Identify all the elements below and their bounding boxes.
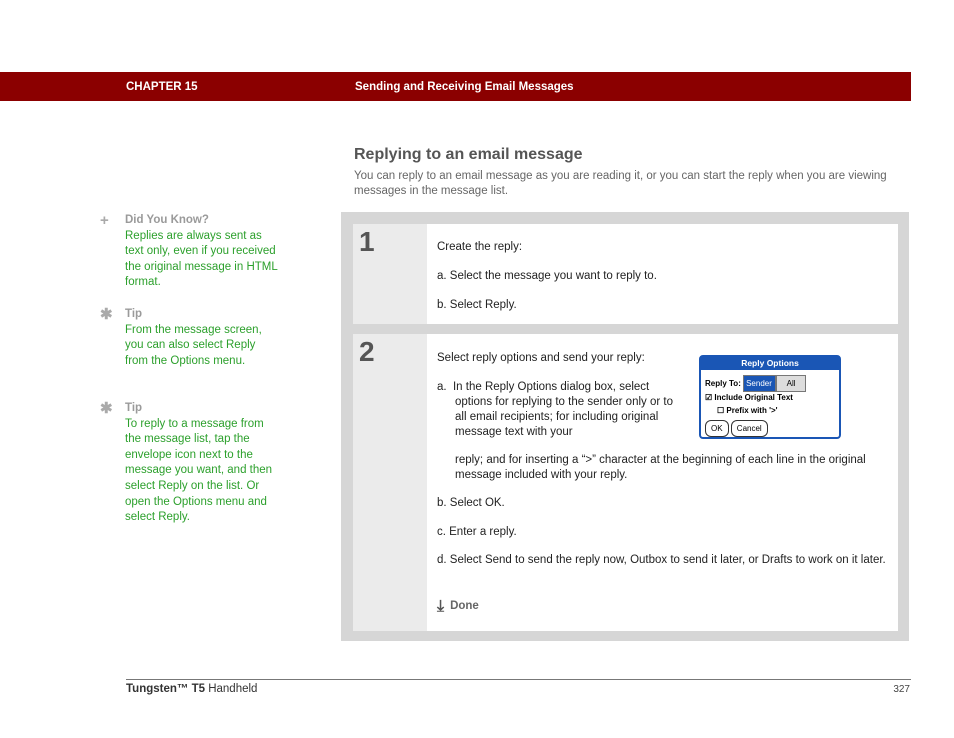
step-item: a. Select the message you want to reply … (437, 270, 657, 282)
step-item: b. Select OK. (437, 497, 505, 509)
sidebar-body: From the message screen, you can also se… (125, 323, 262, 367)
arrow-down-icon: ⤓ (437, 598, 445, 615)
page-number: 327 (893, 684, 910, 695)
done-marker: ⤓ Done (437, 598, 479, 615)
asterisk-icon: ✱ (100, 305, 113, 323)
step-item-text: a. In the Reply Options dialog box, sele… (437, 381, 673, 438)
step-item: b. Select Reply. (437, 299, 517, 311)
step-number-cell: 2 (353, 334, 427, 631)
step-item-cont: reply; and for inserting a “>” character… (455, 454, 866, 481)
ok-button[interactable]: OK (705, 420, 729, 437)
sidebar-heading: Did You Know? (125, 214, 209, 226)
chapter-title: Sending and Receiving Email Messages (355, 81, 574, 93)
sidebar-tip: ✱ Tip To reply to a message from the mess… (100, 401, 280, 526)
step-item: d. Select Send to send the reply now, Ou… (437, 554, 886, 566)
reply-to-label: Reply To: (705, 379, 741, 388)
sidebar-heading: Tip (125, 402, 143, 414)
cancel-button[interactable]: Cancel (730, 420, 768, 437)
step-item: a. In the Reply Options dialog box, sele… (437, 380, 687, 440)
product-suffix: Handheld (205, 683, 258, 695)
sidebar-body: Replies are always sent as text only, ev… (125, 229, 278, 289)
done-label: Done (450, 600, 479, 612)
asterisk-icon: ✱ (100, 399, 113, 417)
sidebar-tip: ✱ Tip From the message screen, you can al… (100, 307, 280, 369)
section-intro: You can reply to an email message as you… (354, 170, 887, 197)
plus-icon: + (100, 211, 109, 229)
step-intro: Create the reply: (437, 241, 523, 253)
sidebar-did-you-know: + Did You Know? Replies are always sent a… (100, 213, 280, 291)
step-2: 2 Select reply options and send your rep… (353, 334, 898, 631)
prefix-checkbox[interactable]: ☐ (717, 406, 724, 415)
include-original-label: Include Original Text (714, 393, 793, 402)
step-item: c. Enter a reply. (437, 526, 517, 538)
step-number: 2 (359, 336, 375, 367)
step-number-cell: 1 (353, 224, 427, 324)
dialog-title: Reply Options (701, 357, 839, 370)
chapter-label: CHAPTER 15 (126, 81, 198, 93)
footer-divider (126, 679, 911, 680)
step-intro: Select reply options and send your reply… (437, 352, 645, 364)
step-1: 1 Create the reply: a. Select the messag… (353, 224, 898, 324)
sidebar-body: To reply to a message from the message l… (125, 417, 273, 524)
step-number: 1 (359, 226, 375, 257)
section-title: Replying to an email message (354, 146, 583, 163)
product-name: Tungsten™ T5 (126, 683, 206, 695)
prefix-label: Prefix with '>' (726, 406, 778, 415)
reply-options-dialog: Reply Options Reply To: Sender All ☑ Incl… (699, 355, 841, 439)
include-original-checkbox[interactable]: ☑ (705, 393, 712, 402)
sidebar-heading: Tip (125, 308, 143, 320)
footer-product: Tungsten™ T5 Handheld (126, 683, 257, 695)
